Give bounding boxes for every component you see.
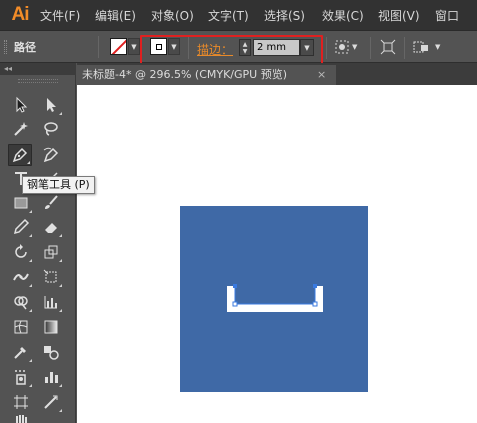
menu-type[interactable]: 文字(T) xyxy=(208,0,264,30)
divider xyxy=(326,37,327,59)
selection-type-label: 路径 xyxy=(14,41,36,54)
close-icon[interactable]: × xyxy=(317,65,331,85)
control-bar: 路径 ▼ ▼ 描边： ▲ ▼ 2 mm ▼ ▼ ▼ xyxy=(0,30,477,65)
menu-file[interactable]: 文件(F) xyxy=(40,0,95,30)
spin-down-icon[interactable]: ▼ xyxy=(243,48,248,55)
rotate-tool-icon[interactable] xyxy=(9,241,33,263)
artboard-tool-icon[interactable] xyxy=(9,391,33,413)
pen-tool-icon[interactable] xyxy=(8,144,32,166)
tools-panel: ◂◂ xyxy=(0,63,76,423)
pen-tool-tooltip: 钢笔工具 (P) xyxy=(22,176,95,194)
magic-wand-tool-icon[interactable] xyxy=(9,118,33,140)
blend-tool-icon[interactable] xyxy=(39,341,63,363)
column-graph-tool-icon[interactable] xyxy=(39,366,63,388)
divider xyxy=(188,37,189,59)
opacity-icon[interactable] xyxy=(334,39,350,55)
opacity-dropdown-icon[interactable]: ▼ xyxy=(352,43,357,51)
stroke-color-dropdown-icon[interactable]: ▼ xyxy=(168,38,180,55)
stroke-swatch[interactable] xyxy=(150,38,167,55)
blue-rectangle-artwork[interactable] xyxy=(180,206,368,392)
slice-tool-icon[interactable] xyxy=(39,391,63,413)
menu-edit[interactable]: 编辑(E) xyxy=(95,0,151,30)
gradient-tool-icon[interactable] xyxy=(39,316,63,338)
pencil-tool-icon[interactable] xyxy=(9,216,33,238)
menu-select[interactable]: 选择(S) xyxy=(264,0,322,30)
document-tab-title: 未标题-4* @ 296.5% (CMYK/GPU 预览) xyxy=(82,68,287,81)
width-tool-icon[interactable] xyxy=(9,266,33,288)
curvature-tool-icon[interactable] xyxy=(39,144,63,166)
fill-dropdown-icon[interactable]: ▼ xyxy=(128,38,140,55)
menu-window[interactable]: 窗口 xyxy=(435,0,477,30)
panel-grip[interactable] xyxy=(18,79,58,83)
shape-builder-tool-icon[interactable] xyxy=(9,291,33,313)
divider xyxy=(404,37,405,59)
stroke-weight-input[interactable]: 2 mm xyxy=(253,39,300,56)
illustrator-window: Ai 文件(F) 编辑(E) 对象(O) 文字(T) 选择(S) 效果(C) 视… xyxy=(0,0,477,423)
panel-grip[interactable] xyxy=(4,40,7,54)
fill-swatch[interactable] xyxy=(110,38,127,55)
free-transform-tool-icon[interactable] xyxy=(39,266,63,288)
stroke-weight-dropdown-icon[interactable]: ▼ xyxy=(300,39,314,56)
panel-collapse-icon[interactable]: ◂◂ xyxy=(0,63,76,75)
selection-tool-icon[interactable] xyxy=(9,94,33,116)
direct-selection-tool-icon[interactable] xyxy=(39,94,63,116)
menu-view[interactable]: 视图(V) xyxy=(378,0,435,30)
stroke-square-icon xyxy=(155,43,162,50)
stroke-weight-spinner[interactable]: ▲ ▼ xyxy=(239,39,251,56)
menu-effect[interactable]: 效果(C) xyxy=(322,0,378,30)
bracket-path-artwork[interactable] xyxy=(223,284,327,316)
eraser-tool-icon[interactable] xyxy=(39,216,63,238)
isolate-dropdown-icon[interactable]: ▼ xyxy=(435,43,440,51)
eyedropper-tool-icon[interactable] xyxy=(9,341,33,363)
document-tab-bar: 未标题-4* @ 296.5% (CMYK/GPU 预览) × xyxy=(77,63,477,85)
symbol-sprayer-tool-icon[interactable] xyxy=(9,366,33,388)
divider xyxy=(370,37,371,59)
isolate-icon[interactable] xyxy=(412,39,430,55)
transform-icon[interactable] xyxy=(380,39,396,55)
app-logo: Ai xyxy=(11,4,30,25)
hand-tool-icon[interactable] xyxy=(9,415,33,423)
menu-bar: Ai 文件(F) 编辑(E) 对象(O) 文字(T) 选择(S) 效果(C) 视… xyxy=(0,0,477,30)
spin-up-icon[interactable]: ▲ xyxy=(243,41,248,48)
document-tab[interactable]: 未标题-4* @ 296.5% (CMYK/GPU 预览) × xyxy=(77,65,336,85)
rectangle-tool-icon[interactable] xyxy=(9,192,33,214)
mesh-tool-icon[interactable] xyxy=(9,316,33,338)
stroke-weight-label[interactable]: 描边： xyxy=(197,41,233,58)
canvas-area[interactable] xyxy=(77,85,477,423)
divider xyxy=(98,36,99,58)
chart-tool-icon[interactable] xyxy=(39,291,63,313)
lasso-tool-icon[interactable] xyxy=(39,118,63,140)
paintbrush-tool-icon[interactable] xyxy=(39,192,63,214)
menu-object[interactable]: 对象(O) xyxy=(151,0,208,30)
scale-tool-icon[interactable] xyxy=(39,241,63,263)
